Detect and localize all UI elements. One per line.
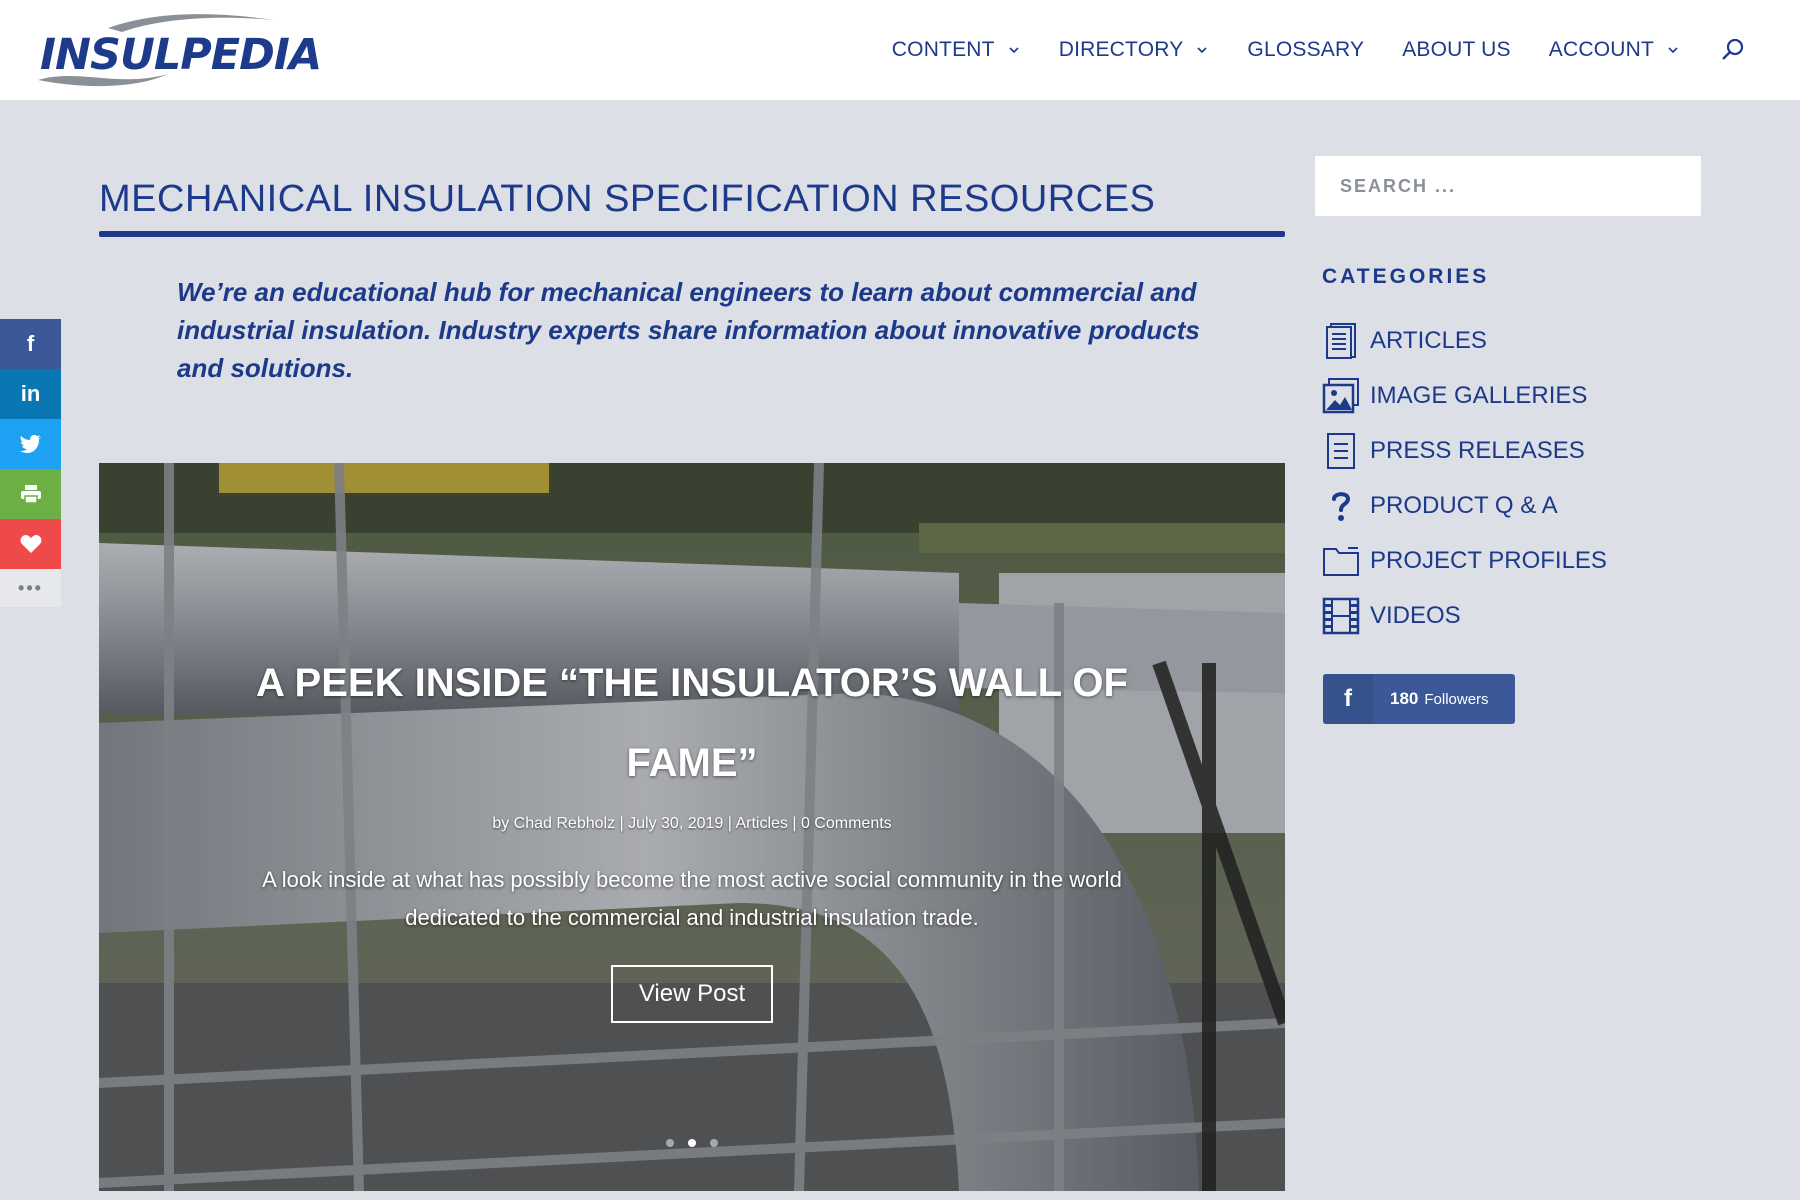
twitter-icon <box>19 435 41 453</box>
main-nav: CONTENT DIRECTORY GLOSSARY ABOUT US ACCO… <box>854 0 1746 100</box>
favorite-button[interactable] <box>0 519 61 569</box>
categories-heading: CATEGORIES <box>1322 265 1490 288</box>
question-icon <box>1322 487 1360 525</box>
nav-account[interactable]: ACCOUNT <box>1549 38 1680 62</box>
hero-post-meta: by Chad Rebholz | July 30, 2019 | Articl… <box>492 815 892 832</box>
hero-post-excerpt: A look inside at what has possibly becom… <box>262 867 1122 930</box>
page-title: MECHANICAL INSULATION SPECIFICATION RESO… <box>99 178 1156 220</box>
image-gallery-icon <box>1322 377 1360 415</box>
chevron-down-icon <box>1668 47 1678 54</box>
film-icon <box>1322 597 1360 635</box>
category-articles-label: ARTICLES <box>1370 326 1487 354</box>
document-icon <box>1322 322 1360 360</box>
more-icon: ••• <box>18 577 43 598</box>
category-videos[interactable]: VIDEOS <box>1322 588 1607 643</box>
logo-wordmark: INSULPEDIA <box>40 30 322 80</box>
chevron-down-icon <box>1009 47 1019 54</box>
slider-dot[interactable] <box>710 1139 718 1147</box>
category-press-releases[interactable]: PRESS RELEASES <box>1322 423 1607 478</box>
site-header: INSULPEDIA CONTENT DIRECTORY GLOSSARY AB… <box>0 0 1800 100</box>
search-icon[interactable] <box>1720 37 1746 63</box>
more-share-button[interactable]: ••• <box>0 569 61 607</box>
nav-glossary[interactable]: GLOSSARY <box>1247 38 1364 62</box>
facebook-icon: f <box>1323 674 1373 724</box>
facebook-follower-count: 180 <box>1390 689 1419 708</box>
folder-icon <box>1322 542 1360 580</box>
hero-content: A PEEK INSIDE “THE INSULATOR’S WALL OF F… <box>99 643 1285 1023</box>
slider-pagination <box>99 1139 1285 1147</box>
linkedin-share-button[interactable]: in <box>0 369 61 419</box>
chevron-down-icon <box>1197 47 1207 54</box>
nav-directory[interactable]: DIRECTORY <box>1059 38 1210 62</box>
facebook-share-button[interactable]: f <box>0 319 61 369</box>
press-release-icon <box>1322 432 1360 470</box>
category-image-galleries-label: IMAGE GALLERIES <box>1370 381 1588 409</box>
heart-icon <box>20 535 41 553</box>
facebook-follower-label: Followers <box>1424 690 1489 708</box>
category-product-qa-label: PRODUCT Q & A <box>1370 491 1558 519</box>
category-product-qa[interactable]: PRODUCT Q & A <box>1322 478 1607 533</box>
slider-dot[interactable] <box>666 1139 674 1147</box>
nav-account-label: ACCOUNT <box>1548 38 1654 61</box>
title-divider <box>99 231 1285 237</box>
category-press-releases-label: PRESS RELEASES <box>1370 436 1585 464</box>
sidebar-search-input[interactable] <box>1315 156 1701 216</box>
category-videos-label: VIDEOS <box>1370 601 1461 629</box>
view-post-button[interactable]: View Post <box>610 965 774 1023</box>
linkedin-icon: in <box>20 381 41 406</box>
print-button[interactable] <box>0 469 61 519</box>
categories-list: ARTICLES IMAGE GALLERIES PRESS RELEASES … <box>1322 313 1607 643</box>
category-articles[interactable]: ARTICLES <box>1322 313 1607 368</box>
nav-directory-label: DIRECTORY <box>1058 38 1184 61</box>
social-share-bar: f in ••• <box>0 319 61 607</box>
slider-dot-active[interactable] <box>688 1139 696 1147</box>
category-project-profiles-label: PROJECT PROFILES <box>1370 546 1607 574</box>
nav-about-us-label: ABOUT US <box>1402 38 1511 61</box>
intro-text: We’re an educational hub for mechanical … <box>177 277 1200 383</box>
insulpedia-logo[interactable]: INSULPEDIA <box>38 10 322 92</box>
hero-post-title[interactable]: A PEEK INSIDE “THE INSULATOR’S WALL OF F… <box>252 643 1132 803</box>
facebook-icon: f <box>26 331 35 356</box>
nav-content[interactable]: CONTENT <box>892 38 1021 62</box>
facebook-follow-button[interactable]: f 180 Followers <box>1323 674 1515 724</box>
nav-content-label: CONTENT <box>891 38 995 61</box>
category-project-profiles[interactable]: PROJECT PROFILES <box>1322 533 1607 588</box>
twitter-share-button[interactable] <box>0 419 61 469</box>
nav-glossary-label: GLOSSARY <box>1247 38 1365 61</box>
printer-icon <box>20 485 41 504</box>
category-image-galleries[interactable]: IMAGE GALLERIES <box>1322 368 1607 423</box>
featured-post-slider[interactable]: A PEEK INSIDE “THE INSULATOR’S WALL OF F… <box>99 463 1285 1191</box>
nav-about-us[interactable]: ABOUT US <box>1402 38 1511 62</box>
